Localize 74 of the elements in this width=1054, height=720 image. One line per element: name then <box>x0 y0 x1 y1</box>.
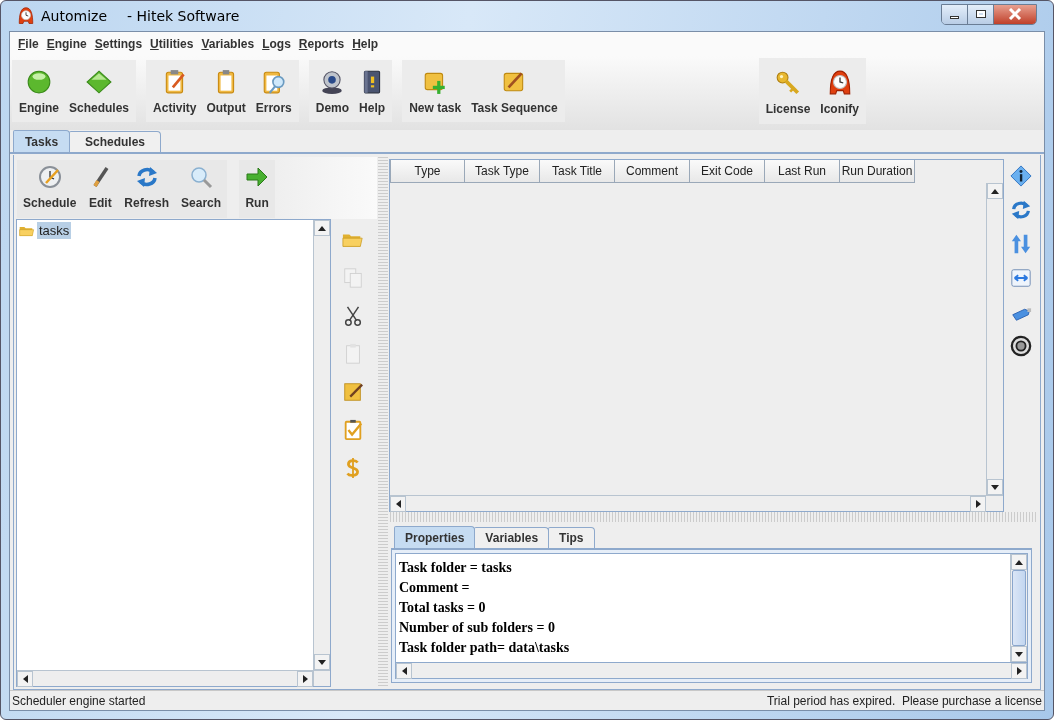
column-header[interactable]: Task Type <box>465 160 540 183</box>
status-message: Scheduler engine started <box>12 693 146 708</box>
menu-item[interactable]: Help <box>348 37 383 51</box>
clock-icon <box>37 165 62 189</box>
property-line: Task folder path= data\tasks <box>399 639 571 657</box>
toolbar-button[interactable]: Engine <box>14 60 64 122</box>
column-header[interactable]: Last Run <box>765 160 840 183</box>
property-line: Task folder = tasks <box>399 559 513 577</box>
window-title: Automize <box>41 8 107 24</box>
key-icon <box>774 70 801 96</box>
column-header[interactable]: Type <box>390 160 465 183</box>
menu-item[interactable]: Variables <box>197 37 259 51</box>
toolbar-button[interactable]: Search <box>175 160 228 218</box>
menu-item[interactable]: Engine <box>42 37 91 51</box>
column-header[interactable]: Task Title <box>540 160 615 183</box>
tab[interactable]: Tasks <box>13 130 70 152</box>
column-header[interactable]: Run Duration <box>840 160 915 183</box>
toolbar-button[interactable]: Run <box>239 160 276 218</box>
vertical-scrollbar[interactable] <box>1010 554 1027 662</box>
toolbar-button[interactable]: New task <box>404 60 467 122</box>
app-logo-icon <box>17 7 35 25</box>
search-icon <box>189 165 214 189</box>
refresh-icon <box>1010 199 1032 221</box>
disc-icon <box>1010 335 1032 357</box>
note-icon <box>342 381 364 403</box>
tab[interactable]: Tips <box>548 527 595 548</box>
info-icon <box>1010 165 1032 187</box>
minimize-button[interactable] <box>942 4 968 24</box>
toolbar-button[interactable]: Help <box>354 60 391 122</box>
toolbar-button[interactable]: Demo <box>310 60 355 122</box>
ball-icon <box>26 69 52 95</box>
toolbar-button[interactable]: Refresh <box>118 160 176 218</box>
toolbar-button[interactable]: Activity <box>148 60 202 122</box>
menu-item[interactable]: File <box>14 37 43 51</box>
menu-item[interactable]: Settings <box>90 37 147 51</box>
horizontal-scrollbar[interactable] <box>17 670 313 686</box>
menu-item[interactable]: Utilities <box>146 37 198 51</box>
diamond-icon <box>86 69 113 95</box>
window-subtitle: - Hitek Software <box>127 8 240 24</box>
horizontal-scrollbar[interactable] <box>395 663 1028 679</box>
toolbar-button[interactable]: License <box>760 58 816 124</box>
toolbar-button[interactable]: Iconify <box>815 58 864 124</box>
toolbar-button[interactable]: Edit <box>82 160 119 218</box>
toolbar-button[interactable]: Task Sequence <box>466 60 563 122</box>
arrow-icon <box>245 165 270 189</box>
horizontal-scrollbar[interactable] <box>390 495 986 512</box>
license-message: Trial period has expired. Please purchase a license <box>766 693 1042 708</box>
checklist-icon <box>342 419 364 441</box>
toolbar-button[interactable]: Schedules <box>64 60 135 122</box>
property-line: Comment = <box>399 579 471 597</box>
toolbar-button[interactable]: Errors <box>250 60 297 122</box>
toolbar-button[interactable]: Output <box>201 60 251 122</box>
column-header[interactable]: Exit Code <box>690 160 765 183</box>
resize-icon <box>1010 267 1032 289</box>
property-line: Number of sub folders = 0 <box>399 619 556 637</box>
tab[interactable]: Properties <box>394 526 476 548</box>
column-header[interactable]: Comment <box>615 160 690 183</box>
close-icon <box>1008 8 1022 20</box>
toolbar-button[interactable]: Schedule <box>17 160 83 218</box>
refresh-icon <box>134 165 159 189</box>
menu-item[interactable]: Reports <box>294 37 349 51</box>
copy-icon <box>342 267 364 289</box>
tool-button[interactable] <box>1010 335 1032 357</box>
scissors-icon <box>342 305 364 327</box>
close-button[interactable] <box>994 4 1036 24</box>
sort-icon <box>1010 233 1032 255</box>
vertical-scrollbar[interactable] <box>313 220 330 670</box>
tool-button[interactable] <box>1010 165 1032 187</box>
tree-item[interactable]: tasks <box>37 222 72 239</box>
tab[interactable]: Schedules <box>69 131 161 152</box>
menu-item[interactable]: Logs <box>258 37 295 51</box>
property-line: Total tasks = 0 <box>399 599 487 617</box>
maximize-button[interactable] <box>968 4 994 24</box>
vertical-scrollbar[interactable] <box>986 183 1003 496</box>
